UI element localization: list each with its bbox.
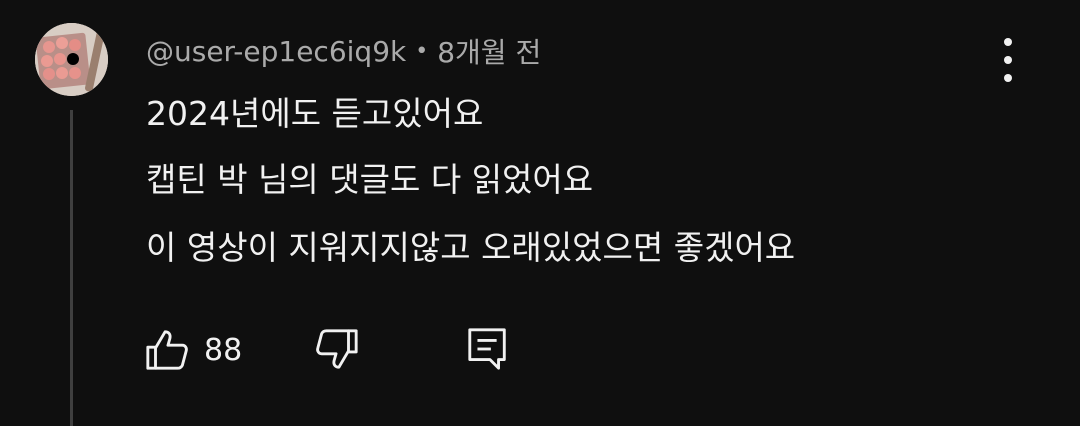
comment-actions: 88 bbox=[0, 320, 1080, 380]
reply-button[interactable] bbox=[465, 326, 511, 372]
more-vertical-icon-dot bbox=[1004, 56, 1012, 64]
thumb-up-icon bbox=[146, 330, 188, 370]
dislike-button[interactable] bbox=[314, 326, 360, 372]
more-options-button[interactable] bbox=[988, 38, 1028, 82]
author-handle[interactable]: @user-ep1ec6iq9k bbox=[146, 35, 406, 68]
comment-text-line: 2024년에도 듣고있어요 bbox=[146, 94, 484, 133]
comment-time: 8개월 전 bbox=[437, 36, 542, 69]
like-button[interactable]: 88 bbox=[144, 326, 242, 374]
more-vertical-icon bbox=[1004, 38, 1012, 46]
like-count: 88 bbox=[204, 332, 243, 368]
reply-comment-icon bbox=[468, 328, 506, 370]
comment-text-line: 캡틴 박 님의 댓글도 다 읽었어요 bbox=[146, 160, 594, 199]
comment-text-line: 이 영상이 지워지지않고 오래있었으면 좋겠어요 bbox=[146, 228, 796, 267]
thumb-down-icon bbox=[316, 329, 358, 369]
avatar-image bbox=[35, 23, 108, 96]
comment: @user-ep1ec6iq9k • 8개월 전 2024년에도 듣고있어요 캡… bbox=[0, 0, 1080, 426]
avatar[interactable] bbox=[35, 23, 108, 96]
more-vertical-icon-dot bbox=[1004, 74, 1012, 82]
comment-meta: @user-ep1ec6iq9k • 8개월 전 bbox=[146, 31, 541, 71]
meta-separator: • bbox=[415, 38, 429, 64]
